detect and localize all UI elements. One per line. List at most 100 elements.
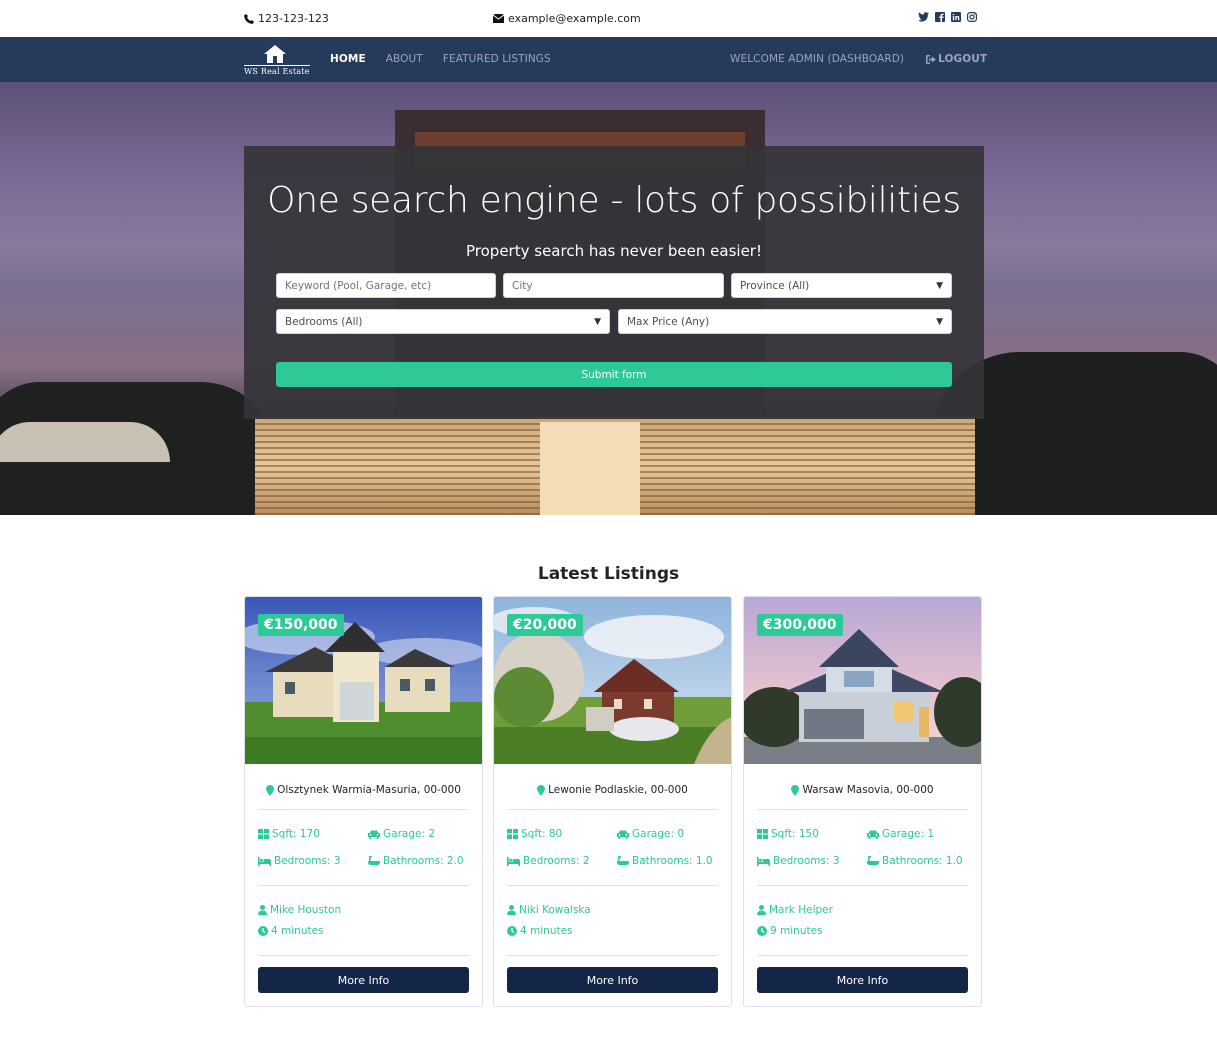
location-text: Warsaw Masovia, 00-000 [802,784,934,796]
location-text: Olsztynek Warmia-Masuria, 00-000 [277,784,461,796]
sqft-text: Sqft: 150 [771,828,819,840]
social-links [918,12,977,22]
city-input[interactable]: City [503,273,724,298]
listing-location: Olsztynek Warmia-Masuria, 00-000 [245,784,482,796]
site-logo[interactable]: WS Real Estate [244,45,310,76]
listing-bedrooms: Bedrooms: 3 [757,855,840,867]
divider [507,809,718,810]
hero-house-door [540,422,640,515]
listing-photo[interactable]: €300,000 [744,597,981,764]
grid-icon [507,829,518,839]
bed-icon [757,856,770,866]
province-value: Province (All) [740,279,810,292]
listing-bedrooms: Bedrooms: 2 [507,855,590,867]
bedrooms-text: Bedrooms: 3 [274,855,341,867]
bed-icon [258,856,271,866]
nav-links: Home About Featured Listings [330,53,551,65]
user-icon [258,905,267,915]
listing-photo[interactable]: €20,000 [494,597,731,764]
listing-photo[interactable]: €150,000 [245,597,482,764]
divider [258,885,469,886]
listing-location: Warsaw Masovia, 00-000 [744,784,981,796]
facebook-icon[interactable] [935,12,945,22]
nav-about[interactable]: About [386,53,423,65]
listing-garage: Garage: 2 [368,828,435,840]
clock-icon [258,926,268,936]
listing-garage: Garage: 0 [617,828,684,840]
submit-search-button[interactable]: Submit form [276,362,952,387]
bath-icon [368,856,380,865]
twitter-icon[interactable] [918,12,929,22]
garage-text: Garage: 0 [632,828,685,840]
listing-bedrooms: Bedrooms: 3 [258,855,341,867]
instagram-icon[interactable] [967,12,977,22]
agent-name: Mike Houston [270,904,342,916]
listing-price: €20,000 [507,614,583,636]
listing-time: 9 minutes [757,925,823,937]
divider [757,809,968,810]
listing-sqft: Sqft: 80 [507,828,562,840]
listing-time: 4 minutes [258,925,324,937]
listing-location: Lewonie Podlaskie, 00-000 [494,784,731,796]
phone-icon [244,13,254,24]
sqft-text: Sqft: 80 [521,828,563,840]
location-text: Lewonie Podlaskie, 00-000 [548,784,688,796]
max-price-select[interactable]: Max Price (Any) ▼ [618,309,952,334]
listing-card: €150,000 Olsztynek Warmia-Masuria, 00-00… [244,596,483,1007]
province-select[interactable]: Province (All) ▼ [731,273,952,298]
listing-agent: Niki Kowalska [507,904,591,916]
phone-number: 123-123-123 [258,12,329,25]
nav-featured-listings[interactable]: Featured Listings [443,53,551,65]
main-navbar: WS Real Estate Home About Featured Listi… [0,37,1217,82]
bedrooms-select[interactable]: Bedrooms (All) ▼ [276,309,610,334]
listing-agent: Mike Houston [258,904,341,916]
user-icon [757,905,766,915]
grid-icon [757,829,768,839]
email-contact: example@example.com [493,12,641,25]
divider [507,885,718,886]
bathrooms-text: Bathrooms: 1.0 [882,855,963,867]
bathrooms-text: Bathrooms: 1.0 [632,855,713,867]
bedrooms-value: Bedrooms (All) [285,315,363,328]
house-logo-icon [264,45,286,63]
more-info-button[interactable]: More Info [258,967,469,993]
bath-icon [617,856,629,865]
chevron-down-icon: ▼ [594,316,601,327]
divider [258,955,469,956]
more-info-button[interactable]: More Info [757,967,968,993]
linkedin-icon[interactable] [951,12,961,22]
time-text: 4 minutes [271,925,324,937]
divider [757,955,968,956]
logout-link[interactable]: Logout [926,53,987,65]
hero-umbrella [0,422,170,462]
map-marker-icon [266,784,275,796]
dashboard-link[interactable]: Welcome Admin (Dashboard) [730,53,904,65]
grid-icon [258,829,269,839]
car-icon [617,830,629,839]
bathrooms-text: Bathrooms: 2.0 [383,855,464,867]
logo-text: WS Real Estate [244,65,310,76]
garage-text: Garage: 1 [882,828,935,840]
bath-icon [867,856,879,865]
listing-bathrooms: Bathrooms: 1.0 [867,855,963,867]
keyword-input[interactable]: Keyword (Pool, Garage, etc) [276,273,496,298]
phone-contact: 123-123-123 [244,12,329,25]
nav-home[interactable]: Home [330,53,366,65]
email-address: example@example.com [508,12,641,25]
hero-title: One search engine - lots of possibilitie… [267,180,961,221]
bedrooms-text: Bedrooms: 3 [773,855,840,867]
sqft-text: Sqft: 170 [272,828,320,840]
more-info-button[interactable]: More Info [507,967,718,993]
listing-bathrooms: Bathrooms: 2.0 [368,855,464,867]
listing-price: €150,000 [258,614,344,636]
listing-sqft: Sqft: 170 [258,828,320,840]
garage-text: Garage: 2 [383,828,436,840]
listing-garage: Garage: 1 [867,828,934,840]
chevron-down-icon: ▼ [936,280,943,291]
latest-listings-title: Latest Listings [537,564,680,584]
listing-time: 4 minutes [507,925,573,937]
hero-subtitle: Property search has never been easier! [466,242,762,260]
logout-icon [926,54,937,64]
map-marker-icon [791,784,800,796]
clock-icon [507,926,517,936]
